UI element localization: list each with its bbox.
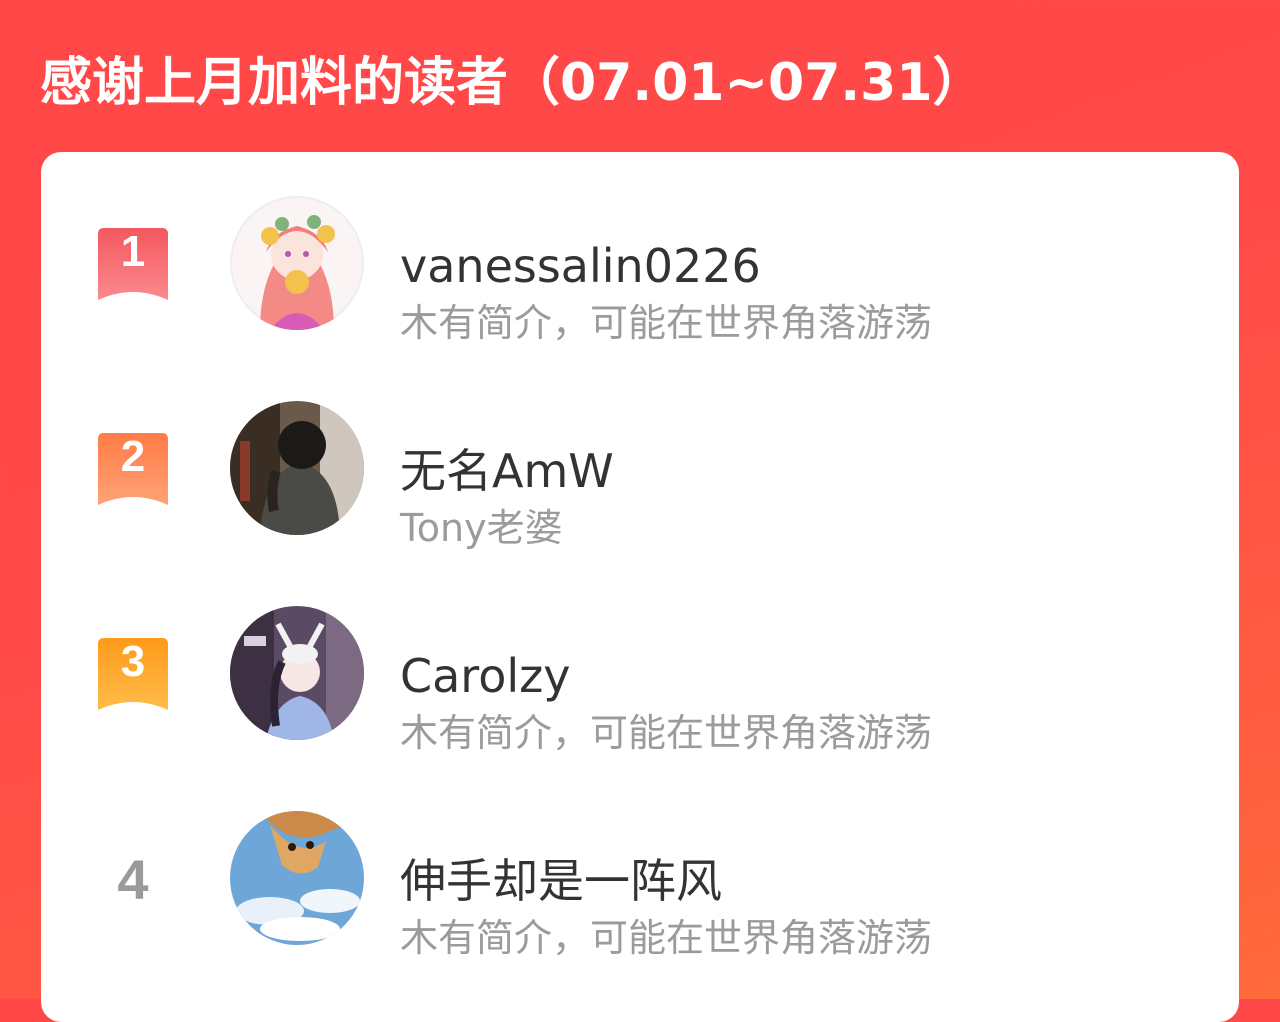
reader-bio: 木有简介，可能在世界角落游荡	[400, 711, 933, 755]
reader-name[interactable]: 无名AmW	[400, 441, 614, 501]
reader-bio: Tony老婆	[400, 506, 563, 550]
reader-list-card: 1 vanessalin0226 木有简介，可能在世界角落游荡 2 无名AmW …	[41, 152, 1239, 1022]
rank-number: 1	[120, 227, 146, 276]
anime-girl-avatar[interactable]	[230, 196, 364, 330]
reader-name[interactable]: 伸手却是一阵风	[400, 851, 722, 911]
rank-ribbon-icon-1: 1	[98, 228, 168, 302]
rank-number: 2	[120, 432, 146, 481]
reader-name[interactable]: Carolzy	[400, 646, 571, 706]
reader-bio: 木有简介，可能在世界角落游荡	[400, 301, 933, 345]
reader-row-4[interactable]: 4 伸手却是一阵风 木有简介，可能在世界角落游荡	[41, 805, 1239, 960]
rank-number-plain: 4	[117, 848, 149, 911]
cat-sky-avatar[interactable]	[230, 811, 364, 945]
girl-photo-avatar[interactable]	[230, 401, 364, 535]
rank-ribbon-icon-2: 2	[98, 433, 168, 507]
reader-row-1[interactable]: 1 vanessalin0226 木有简介，可能在世界角落游荡	[41, 190, 1239, 345]
page-title: 感谢上月加料的读者（07.01~07.31）	[40, 53, 985, 113]
anime-maid-avatar[interactable]	[230, 606, 364, 740]
rank-ribbon-icon-3: 3	[98, 638, 168, 712]
reader-row-2[interactable]: 2 无名AmW Tony老婆	[41, 395, 1239, 550]
reader-row-3[interactable]: 3 Carolzy 木有简介，可能在世界角落游荡	[41, 600, 1239, 755]
rank-number: 3	[120, 637, 146, 686]
reader-name[interactable]: vanessalin0226	[400, 236, 761, 296]
reader-bio: 木有简介，可能在世界角落游荡	[400, 916, 933, 960]
